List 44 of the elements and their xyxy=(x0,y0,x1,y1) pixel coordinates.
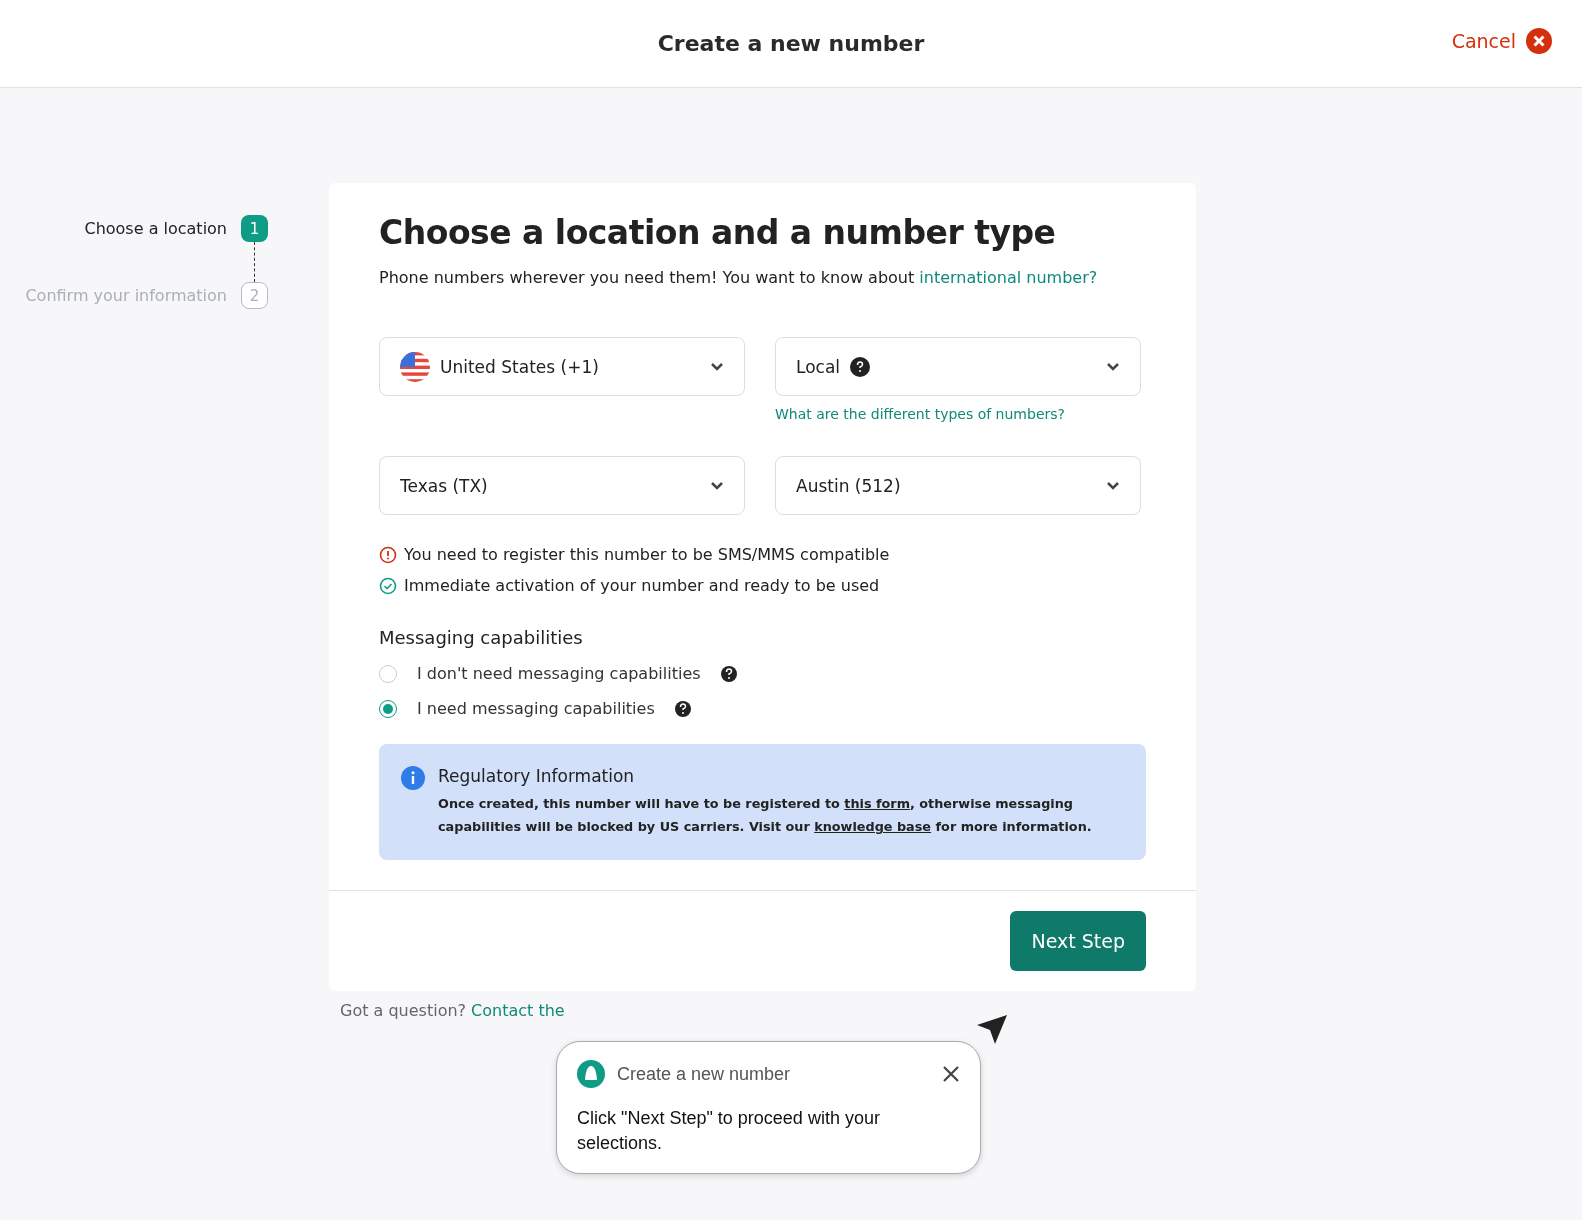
tooltip-text: Click "Next Step" to proceed with your selections. xyxy=(577,1107,881,1155)
flag-icon xyxy=(400,351,430,382)
select-field[interactable]: Texas (TX) xyxy=(379,456,745,515)
banner-text: Once created, this number will have to be registered to this form, otherwise messaging capabilities will be blocked by US carriers. Visit our knowledge base for more information. xyxy=(438,795,1093,836)
banner-title: Regulatory Information xyxy=(438,766,636,786)
form-heading: Choose a location and a number type xyxy=(379,213,1057,252)
warning-icon xyxy=(379,545,397,564)
inline-link[interactable]: this form xyxy=(844,796,910,811)
info-icon xyxy=(401,766,425,790)
logo-icon xyxy=(577,1060,605,1088)
help-icon xyxy=(850,356,871,377)
contact-link[interactable]: Contact the xyxy=(471,1001,565,1020)
check-circle-icon xyxy=(379,576,397,595)
notice-text: Immediate activation of your number and ready to be used xyxy=(404,576,880,595)
number-types-link[interactable]: What are the different types of numbers? xyxy=(775,406,1065,422)
chevron-down-icon xyxy=(1106,362,1120,371)
close-icon xyxy=(942,1065,960,1083)
option-label[interactable]: I don't need messaging capabilities xyxy=(417,664,701,683)
step-number: 2 xyxy=(241,282,268,309)
cancel-button[interactable]: Cancel xyxy=(1451,28,1552,54)
close-button[interactable] xyxy=(942,1065,960,1083)
chevron-down-icon xyxy=(710,481,724,490)
tooltip-title: Create a new number xyxy=(617,1063,792,1085)
select-field[interactable]: United States (+1) xyxy=(379,337,745,396)
inline-link[interactable]: knowledge base xyxy=(814,819,932,834)
international-link[interactable]: international number? xyxy=(919,268,1098,287)
chevron-down-icon xyxy=(1106,481,1120,490)
select-field[interactable]: Local xyxy=(775,337,1141,396)
footer-text: Got a question? xyxy=(340,1001,467,1020)
step-label[interactable]: Choose a location xyxy=(84,219,227,238)
option-label[interactable]: I need messaging capabilities xyxy=(417,699,655,718)
help-icon xyxy=(674,700,691,717)
section-title: Messaging capabilities xyxy=(379,627,584,648)
next-step-button[interactable]: Next Step xyxy=(1010,911,1146,971)
page-title: Create a new number xyxy=(657,31,925,56)
select-field[interactable]: Austin (512) xyxy=(775,456,1141,515)
radio-button[interactable] xyxy=(379,699,397,718)
close-icon xyxy=(1526,28,1552,54)
radio-button[interactable] xyxy=(379,664,397,683)
intro-text: Phone numbers wherever you need them! You want to know about international number? xyxy=(379,268,1099,287)
step-number: 1 xyxy=(241,215,268,242)
help-icon xyxy=(720,665,737,682)
chevron-down-icon xyxy=(710,362,724,371)
notice-text: You need to register this number to be SMS/MMS compatible xyxy=(404,545,890,564)
